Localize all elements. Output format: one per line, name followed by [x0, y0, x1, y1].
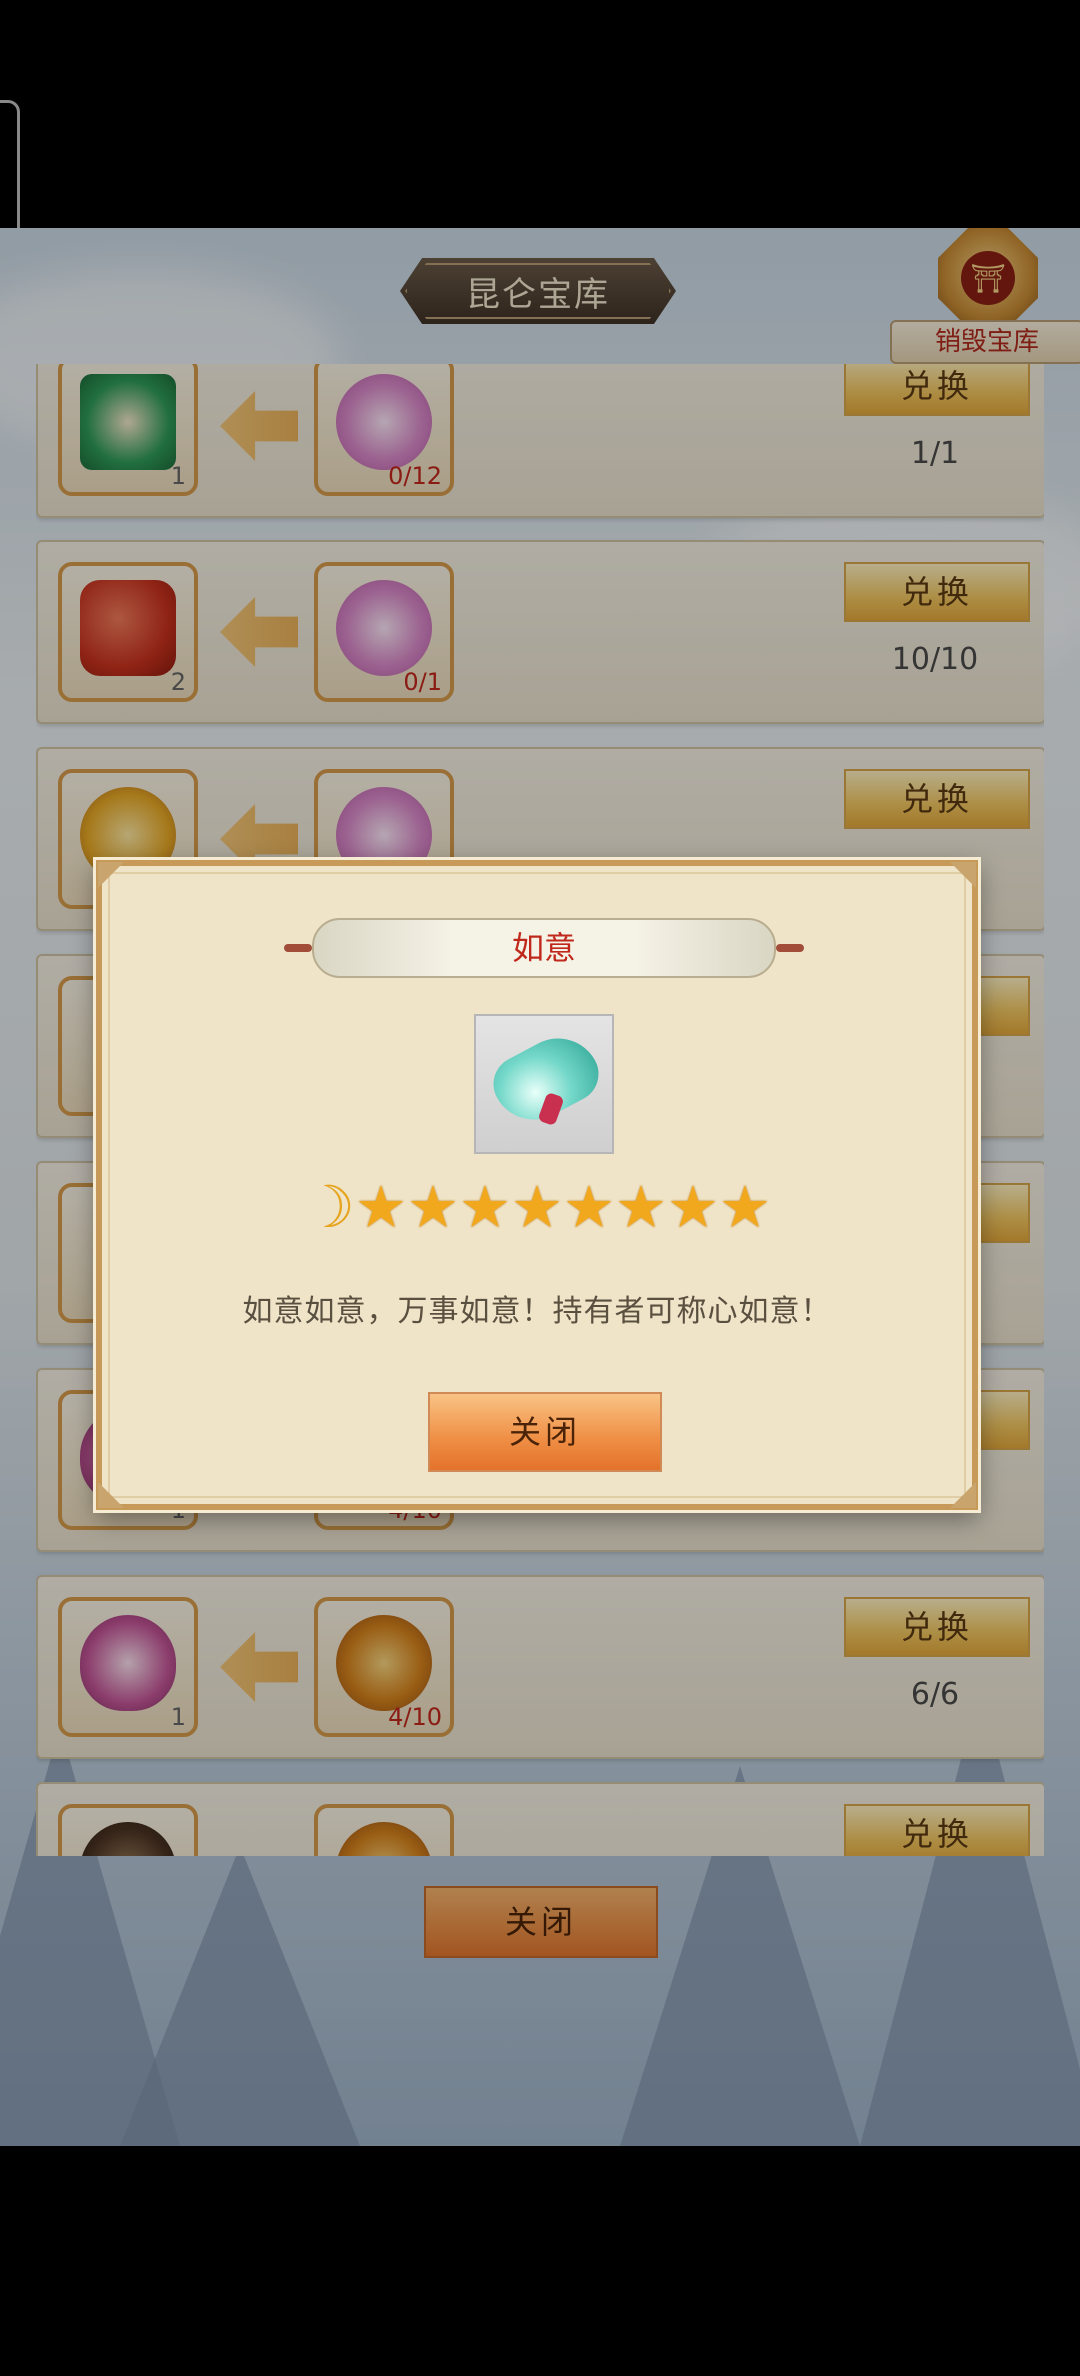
star-icon: ★: [563, 1173, 615, 1241]
dialog-close-button[interactable]: 关闭: [428, 1392, 662, 1472]
corner-ornament: [950, 1482, 976, 1508]
top-bar: [0, 0, 1080, 228]
star-icon: ★: [407, 1173, 459, 1241]
corner-ornament: [950, 862, 976, 888]
star-icon: ★: [459, 1173, 511, 1241]
star-icon: ★: [719, 1173, 771, 1241]
star-icon: ★: [667, 1173, 719, 1241]
star-icon: ★: [615, 1173, 667, 1241]
bottom-bar: [0, 2146, 1080, 2376]
star-icon: ★: [355, 1173, 407, 1241]
corner-ornament: [98, 1482, 124, 1508]
item-description: 如意如意，万事如意！持有者可称心如意！: [242, 1294, 832, 1329]
item-detail-dialog: 如意 ☽★★★★★★★★ 如意如意，万事如意！持有者可称心如意！ 关闭: [96, 860, 978, 1510]
item-name: 如意: [284, 918, 804, 978]
star-rating: ☽★★★★★★★★: [102, 1172, 972, 1242]
star-icon: ★: [511, 1173, 563, 1241]
moon-icon: ☽: [303, 1173, 355, 1241]
corner-ornament: [98, 862, 124, 888]
item-icon-frame: [474, 1014, 614, 1154]
